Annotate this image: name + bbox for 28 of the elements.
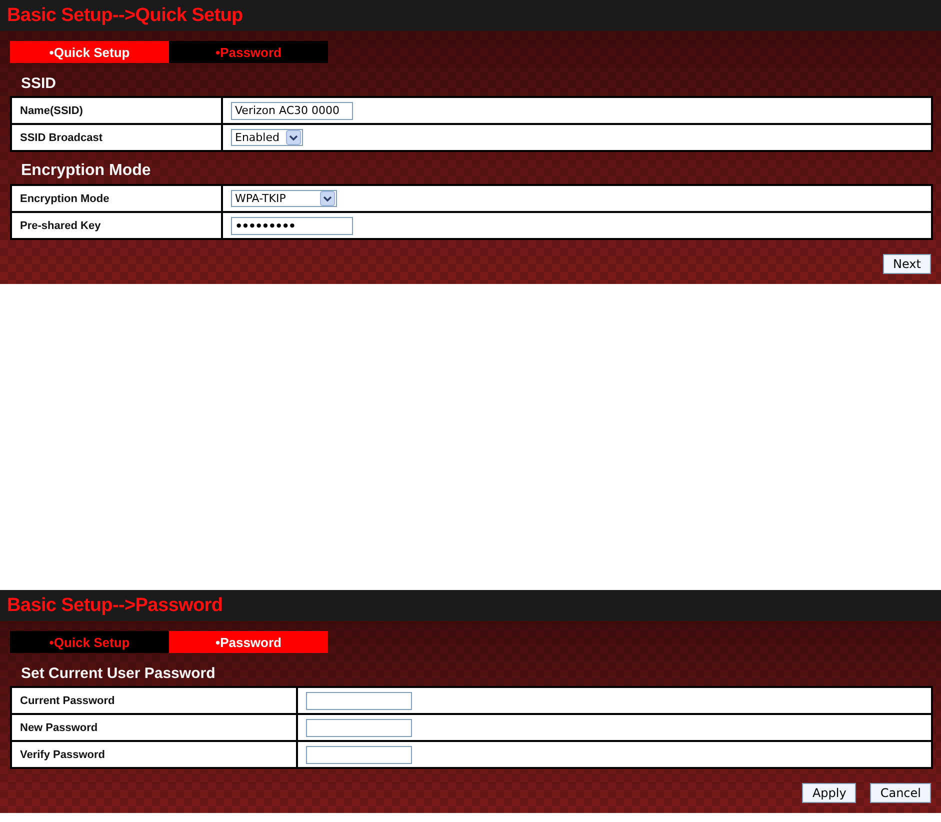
tab[interactable]: •Password bbox=[169, 631, 328, 653]
page-title: Basic Setup-->Password bbox=[7, 594, 223, 616]
field-label: SSID Broadcast bbox=[11, 124, 222, 151]
field-label: Encryption Mode bbox=[11, 185, 222, 212]
field-label: New Password bbox=[11, 714, 297, 741]
page-title: Basic Setup-->Quick Setup bbox=[7, 4, 243, 26]
input-field[interactable] bbox=[306, 718, 412, 736]
field-label: Current Password bbox=[11, 687, 297, 714]
input-field[interactable] bbox=[306, 746, 412, 764]
section-heading: Encryption Mode bbox=[20, 161, 152, 181]
field-label: Verify Password bbox=[11, 741, 297, 768]
tab[interactable]: •Password bbox=[169, 41, 328, 63]
action-button[interactable]: Next bbox=[883, 254, 931, 274]
tab[interactable]: •Quick Setup bbox=[10, 41, 169, 63]
input-field[interactable]: ••••••••• bbox=[231, 216, 353, 234]
action-button[interactable]: Cancel bbox=[870, 783, 931, 803]
dropdown[interactable]: Enabled bbox=[231, 129, 303, 146]
action-button[interactable]: Apply bbox=[802, 783, 856, 803]
tab[interactable]: •Quick Setup bbox=[10, 631, 169, 653]
field-label: Name(SSID) bbox=[11, 97, 222, 124]
dropdown[interactable]: WPA-TKIP bbox=[231, 190, 337, 207]
section-heading: SSID bbox=[20, 74, 58, 94]
section-heading: Set Current User Password bbox=[20, 664, 216, 684]
caret-icon bbox=[320, 191, 335, 206]
input-field[interactable] bbox=[306, 692, 412, 710]
input-field[interactable]: Verizon AC30 0000 bbox=[231, 102, 353, 120]
field-label: Pre-shared Key bbox=[11, 212, 222, 239]
caret-icon bbox=[286, 130, 301, 145]
